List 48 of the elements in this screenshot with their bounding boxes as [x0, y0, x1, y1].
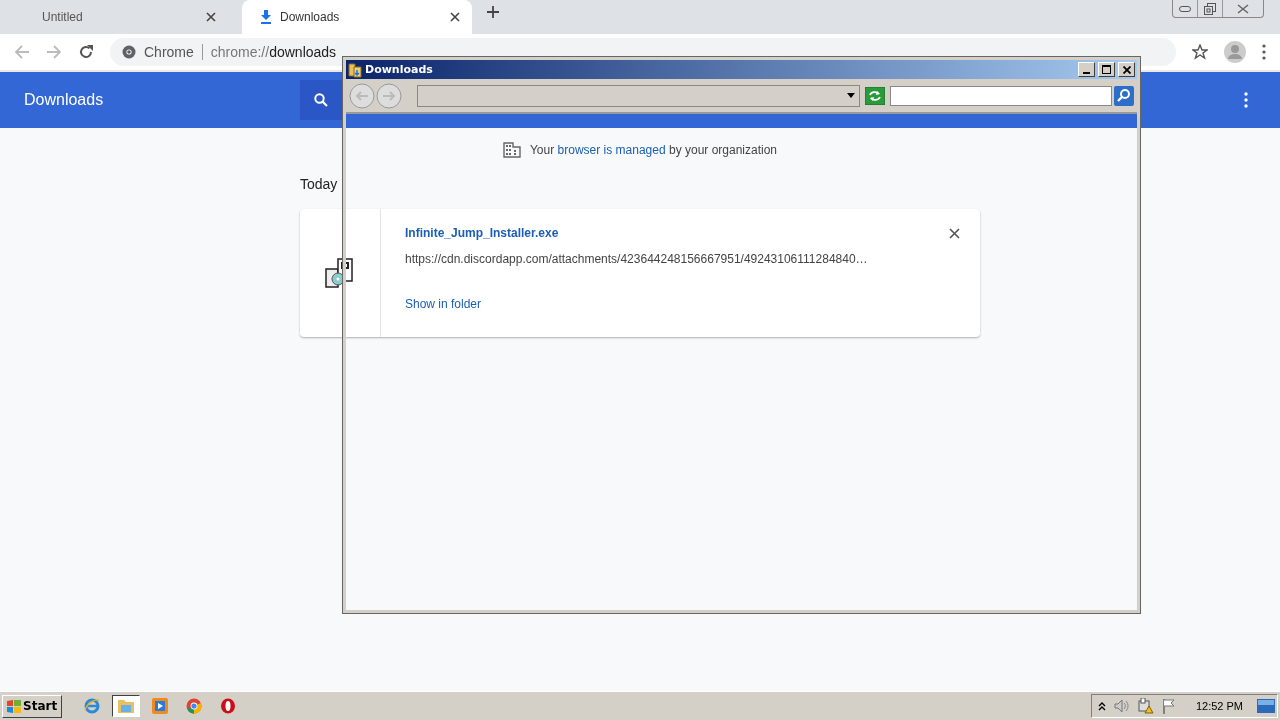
chevron-up-icon[interactable] — [1097, 701, 1106, 711]
new-tab-icon[interactable] — [486, 5, 500, 19]
managed-link[interactable]: browser is managed — [557, 143, 666, 157]
browser-e-icon — [84, 698, 101, 714]
dropdown-arrow-icon — [847, 93, 856, 98]
folder-icon — [118, 699, 135, 713]
search-button[interactable] — [1114, 85, 1134, 106]
section-heading: Today — [300, 176, 339, 192]
close-icon[interactable] — [206, 12, 216, 22]
speaker-icon[interactable] — [1113, 699, 1130, 713]
page-title: Downloads — [24, 91, 105, 109]
file-name-link[interactable]: Infinite_Jump_Installer.exe — [405, 226, 559, 240]
refresh-button[interactable] — [865, 86, 886, 105]
menu-icon[interactable] — [1262, 44, 1266, 60]
clock: 12:52 PM — [1195, 700, 1243, 712]
show-in-folder-link[interactable]: Show in folder — [405, 297, 482, 311]
minimize-button[interactable] — [1078, 62, 1095, 77]
maximize-button[interactable] — [1098, 62, 1115, 77]
search-icon — [314, 93, 328, 107]
start-button[interactable]: Start — [2, 694, 63, 718]
search-button[interactable] — [300, 80, 342, 120]
browser-tab[interactable]: Untitled — [0, 0, 228, 34]
installer-icon — [324, 257, 356, 289]
folder-icon — [348, 61, 362, 78]
opera-icon — [220, 698, 237, 714]
reload-icon[interactable] — [78, 44, 94, 60]
search-field[interactable] — [890, 85, 1113, 106]
windows-logo-icon — [7, 699, 21, 713]
source-url: https://cdn.discordapp.com/attachments/423644248156667951/49243106111284840… — [405, 252, 869, 266]
more-menu-icon[interactable] — [1244, 92, 1248, 108]
download-icon — [260, 10, 272, 24]
media-player-icon — [152, 698, 169, 714]
profile-avatar-icon[interactable] — [1224, 41, 1246, 63]
flag-icon[interactable] — [1161, 698, 1176, 714]
window-title: Downloads — [365, 63, 433, 76]
building-icon — [502, 142, 521, 158]
chrome-logo-icon — [122, 45, 136, 59]
close-icon — [1122, 65, 1131, 74]
remove-icon[interactable] — [949, 227, 960, 239]
close-button[interactable] — [1118, 62, 1135, 77]
network-warning-icon[interactable] — [1137, 698, 1154, 714]
close-icon[interactable] — [450, 12, 460, 22]
maximize-icon — [1102, 65, 1111, 74]
star-icon[interactable] — [1192, 44, 1208, 60]
managed-notice: Your browser is managed by your organization — [529, 143, 778, 157]
taskbar-app[interactable] — [112, 695, 141, 717]
chrome-icon — [186, 698, 203, 714]
browser-tab[interactable]: Downloads — [242, 0, 472, 34]
